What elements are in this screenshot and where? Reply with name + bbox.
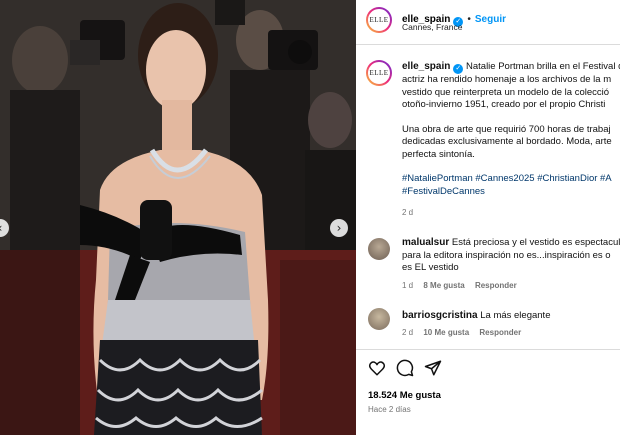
chevron-right-icon: ›	[336, 221, 342, 235]
comment-text: Está preciosa y el vestido es espectacul	[451, 237, 620, 248]
post-actions: 18.524 Me gusta Hace 2 días	[356, 349, 620, 435]
follow-button[interactable]: Seguir	[475, 14, 506, 25]
comment-username[interactable]: malualsur	[402, 237, 449, 248]
caption-username[interactable]: elle_spain	[402, 61, 450, 72]
verified-badge-icon: ✓	[453, 64, 464, 74]
likes-count[interactable]: 18.524 Me gusta	[368, 390, 441, 401]
comment-likes[interactable]: 10 Me gusta	[423, 328, 469, 337]
reply-button[interactable]: Responder	[475, 281, 517, 290]
caption-line: vestido que reinterpreta un modelo de la…	[402, 86, 610, 98]
separator-dot: •	[467, 14, 471, 25]
post-header: ELLE elle_spain ✓ • Seguir Cannes, France	[356, 0, 620, 45]
post-date[interactable]: Hace 2 días	[368, 405, 411, 414]
caption-line: Natalie Portman brilla en el Festival d	[466, 61, 620, 72]
post-photo[interactable]: ‹ ›	[0, 0, 356, 435]
caption-author-avatar[interactable]: ELLE	[366, 60, 392, 86]
comment-meta: 1 d 8 Me gusta Responder	[402, 281, 525, 290]
caption-line: dedicadas exclusivamente al bordado. Mod…	[402, 136, 612, 147]
comment-item: malualsur Está preciosa y el vestido es …	[402, 237, 620, 275]
reply-button[interactable]: Responder	[479, 328, 521, 337]
caption-line: actriz ha rendido homenaje a los archivo…	[402, 74, 612, 85]
comment-username[interactable]: barriosgcristina	[402, 310, 478, 321]
caption-line: Una obra de arte que requirió 700 horas …	[402, 123, 611, 135]
comment-time[interactable]: 1 d	[402, 281, 413, 290]
caption-meta: 2 d	[402, 208, 421, 217]
caption-line: perfecta sintonía.	[402, 148, 475, 160]
comment-likes[interactable]: 8 Me gusta	[423, 281, 464, 290]
comment-text: La más elegante	[480, 310, 551, 321]
commenter-avatar[interactable]	[368, 308, 390, 330]
comment-text: es EL vestido	[402, 262, 459, 273]
red-carpet-photo	[0, 0, 356, 435]
comment-time[interactable]: 2 d	[402, 328, 413, 337]
comment-icon[interactable]	[396, 359, 414, 377]
heart-icon[interactable]	[368, 359, 386, 377]
commenter-avatar[interactable]	[368, 238, 390, 260]
post-caption: elle_spain ✓ Natalie Portman brilla en el…	[402, 61, 620, 198]
author-avatar[interactable]: ELLE	[366, 7, 392, 33]
chevron-left-icon: ‹	[0, 221, 2, 235]
caption-line: otoño-invierno 1951, creado por el propi…	[402, 99, 606, 110]
elle-logo: ELLE	[368, 62, 390, 84]
caption-hashtags[interactable]: #NataliePortman #Cannes2025 #ChristianDi…	[402, 173, 620, 186]
caption-time[interactable]: 2 d	[402, 208, 413, 217]
comment-item: barriosgcristina La más elegante	[402, 310, 620, 323]
post-location[interactable]: Cannes, France	[402, 22, 462, 32]
comment-text: para la editora inspiración no es...insp…	[402, 249, 611, 261]
caption-hashtags[interactable]: #FestivalDeCannes	[402, 186, 620, 199]
instagram-post: ‹ › ELLE elle_spain✓ • Seguir Cannes, Fran…	[0, 0, 620, 435]
carousel-next-button[interactable]: ›	[330, 219, 348, 237]
share-icon[interactable]	[424, 359, 442, 377]
comment-meta: 2 d 10 Me gusta Responder	[402, 328, 529, 337]
post-sidebar: ELLE elle_spain ✓ • Seguir Cannes, France E…	[356, 0, 620, 435]
elle-logo: ELLE	[368, 9, 390, 31]
